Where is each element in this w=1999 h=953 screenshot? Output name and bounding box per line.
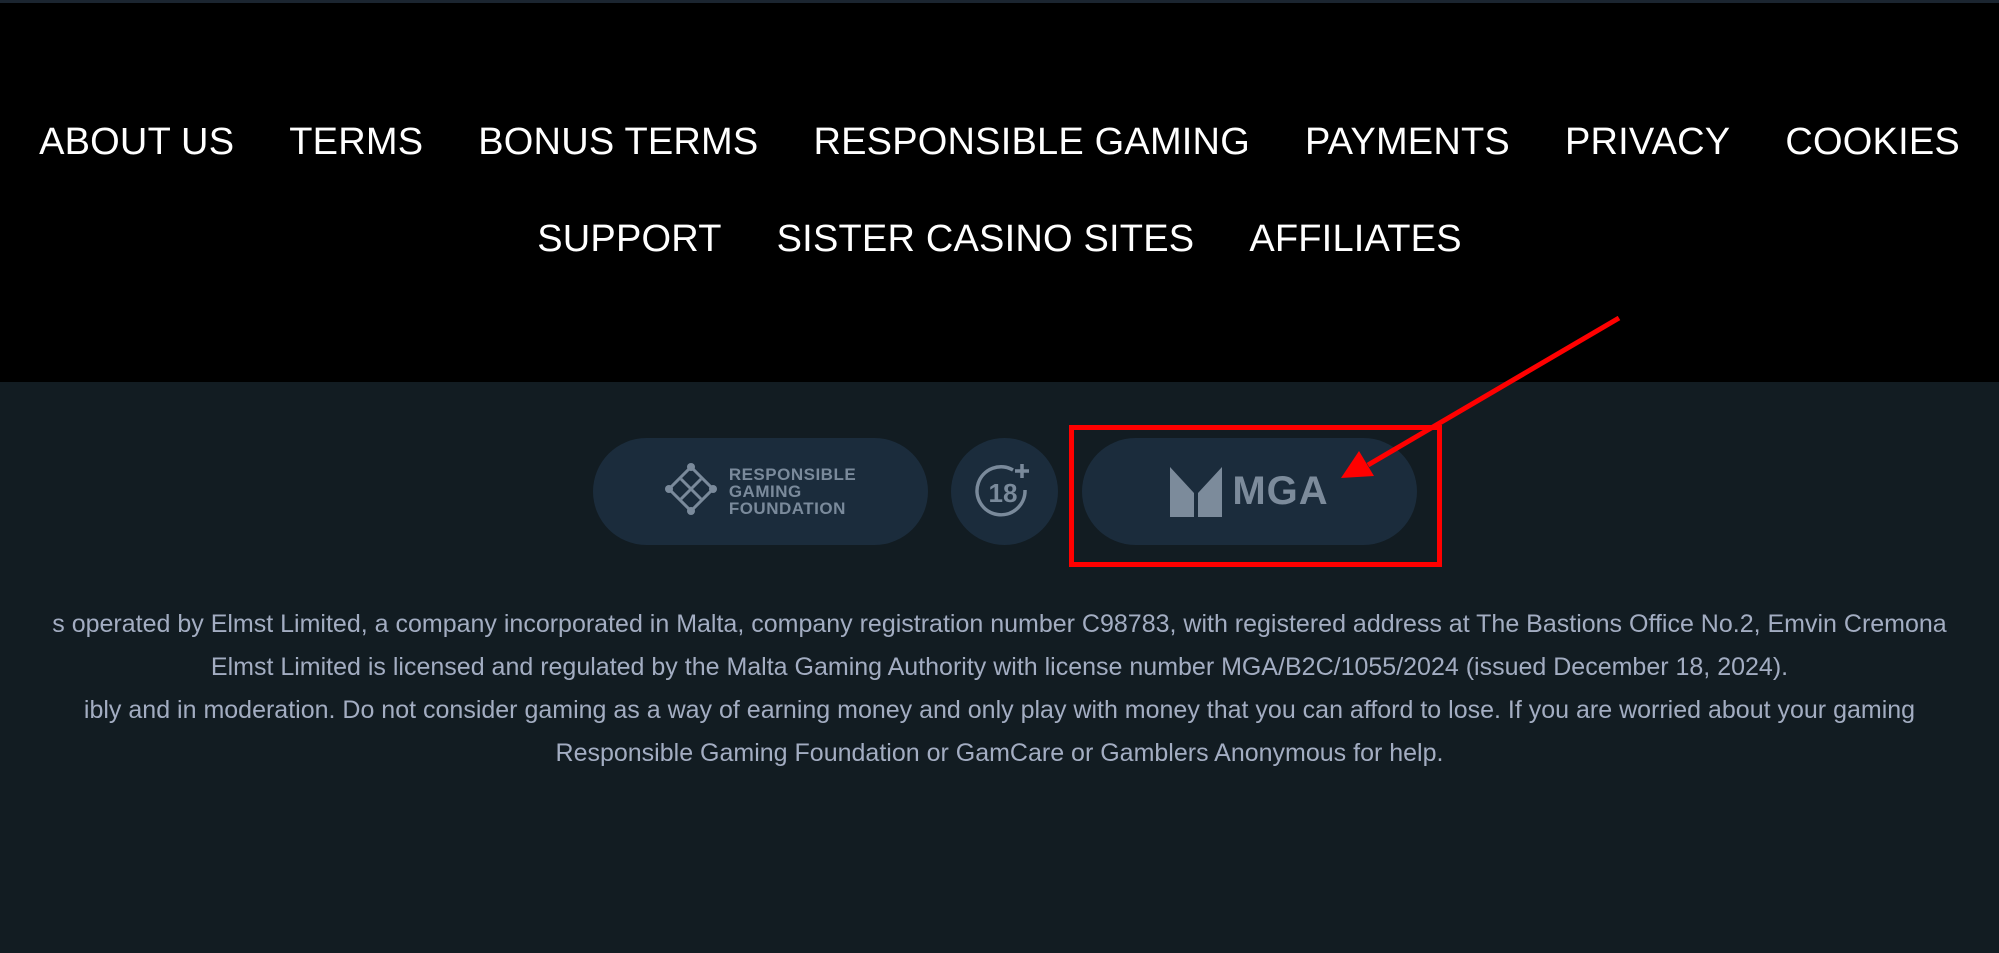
nav-link-terms[interactable]: TERMS <box>289 118 423 166</box>
annotation-highlight-box <box>1069 425 1442 567</box>
legal-text-line-4: Responsible Gaming Foundation or GamCare… <box>555 739 1444 767</box>
footer-nav-row-1: ABOUT US TERMS BONUS TERMS RESPONSIBLE G… <box>0 118 1999 166</box>
nav-link-about-us[interactable]: ABOUT US <box>39 118 234 166</box>
nav-link-privacy[interactable]: PRIVACY <box>1565 118 1730 166</box>
footer-nav-row-2: SUPPORT SISTER CASINO SITES AFFILIATES <box>0 215 1999 263</box>
age-18-plus-icon: 18 <box>974 463 1029 516</box>
nav-link-affiliates[interactable]: AFFILIATES <box>1249 215 1461 263</box>
nav-link-payments[interactable]: PAYMENTS <box>1305 118 1510 166</box>
footer-nav <box>0 3 1999 382</box>
nav-link-support[interactable]: SUPPORT <box>537 215 721 263</box>
responsible-gaming-foundation-label: RESPONSIBLE GAMING FOUNDATION <box>728 465 857 518</box>
age-18-label: 18 <box>988 478 1017 508</box>
nav-link-bonus-terms[interactable]: BONUS TERMS <box>478 118 758 166</box>
age-18-plus-badge[interactable]: 18 <box>951 438 1058 545</box>
responsible-gaming-foundation-icon <box>664 463 717 520</box>
legal-text-line-3: ibly and in moderation. Do not consider … <box>83 696 1916 724</box>
legal-text-line-1: s operated by Elmst Limited, a company i… <box>52 610 1947 638</box>
responsible-gaming-foundation-badge[interactable]: RESPONSIBLE GAMING FOUNDATION <box>593 438 928 545</box>
nav-link-cookies[interactable]: COOKIES <box>1785 118 1960 166</box>
nav-link-sister-casino-sites[interactable]: SISTER CASINO SITES <box>777 215 1195 263</box>
legal-text-line-2: Elmst Limited is licensed and regulated … <box>210 653 1789 681</box>
nav-link-responsible-gaming[interactable]: RESPONSIBLE GAMING <box>813 118 1249 166</box>
